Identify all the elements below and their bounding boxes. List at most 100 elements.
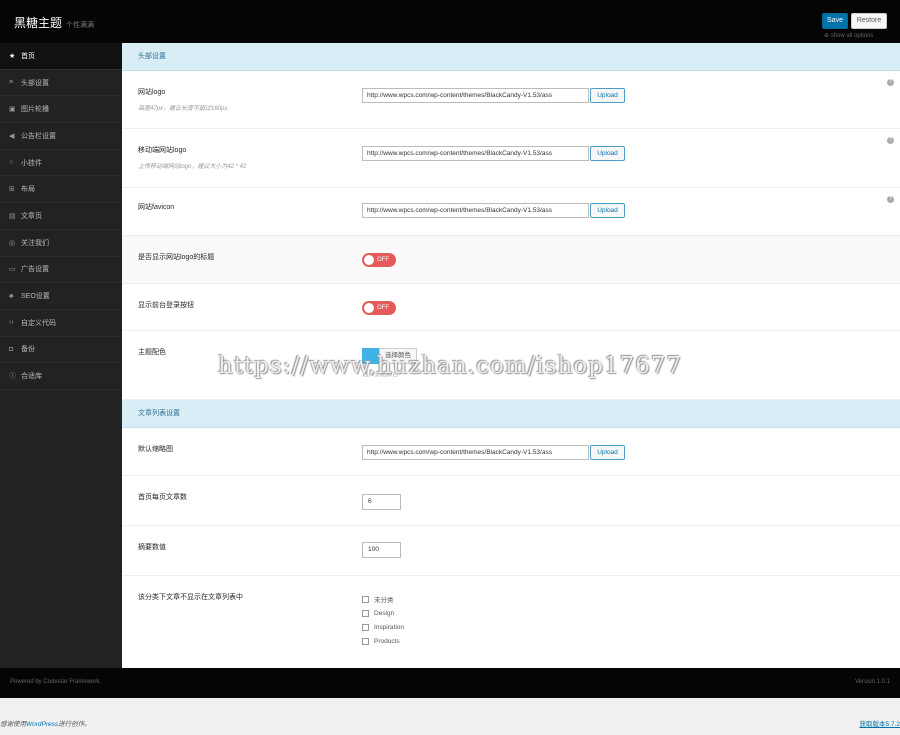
category-label: Inspiration bbox=[374, 623, 404, 631]
admin-page: 黑糖主题 个性满满 Save Restore ⊕ show all options… bbox=[0, 0, 900, 735]
layout-icon: ⊞ bbox=[9, 186, 15, 194]
version-text: Version 1.0.1 bbox=[854, 679, 890, 685]
sidebar-item[interactable]: ‹› 自定义代码 bbox=[0, 310, 122, 337]
category-label: 未分类 bbox=[374, 597, 394, 604]
field-label: 网站logo bbox=[138, 89, 166, 96]
shield-icon: ◘ bbox=[9, 345, 14, 353]
get-version-link[interactable]: 获取版本5.7.2 bbox=[860, 718, 900, 728]
field-label: 网站favicon bbox=[138, 204, 175, 211]
field-label: 该分类下文章不显示在文章列表中 bbox=[138, 594, 243, 601]
mobile-logo-upload-button[interactable]: Upload bbox=[590, 146, 625, 161]
posts-per-page-input[interactable]: 6 bbox=[362, 494, 401, 510]
sidebar-item-label: 广告设置 bbox=[21, 266, 49, 274]
sidebar-item-label: 自定义代码 bbox=[21, 319, 56, 327]
toggle-knob bbox=[364, 255, 374, 265]
category-label: Design bbox=[374, 609, 395, 617]
sidebar-item-label: 图片轮播 bbox=[21, 106, 49, 114]
field-label: 摘要数值 bbox=[138, 544, 166, 551]
sidebar-item[interactable]: ⓘ 合适库 bbox=[0, 363, 122, 390]
sidebar-item-label: 头部设置 bbox=[21, 79, 49, 87]
field-show-login-button: 显示前台登录按钮 OFF bbox=[122, 284, 900, 331]
sidebar-item[interactable]: ▭ 广告设置 bbox=[0, 257, 122, 284]
field-label: 显示前台登录按钮 bbox=[138, 302, 194, 309]
show-login-button-toggle[interactable]: OFF bbox=[362, 301, 396, 315]
theme-title: 黑糖主题 个性满满 bbox=[14, 16, 95, 30]
watermark-text: https://www.huzhan.com/ishop17677 bbox=[218, 353, 683, 379]
options-header: 黑糖主题 个性满满 Save Restore ⊕ show all options bbox=[0, 0, 900, 43]
category-label: Products bbox=[374, 637, 400, 645]
bell-icon: ♣ bbox=[9, 292, 14, 300]
help-icon[interactable]: ? bbox=[887, 196, 894, 203]
sidebar-item[interactable]: ★ 首页 bbox=[0, 43, 122, 70]
category-checkbox-list: 未分类 Design Inspiration Products bbox=[362, 592, 404, 648]
field-label: 首页每页文章数 bbox=[138, 494, 187, 501]
show-all-options-link[interactable]: ⊕ show all options bbox=[824, 32, 873, 39]
sidebar-item[interactable]: ◎ 关注我们 bbox=[0, 230, 122, 257]
thanks-text: 感谢使用WordPress进行创作。 bbox=[0, 721, 91, 728]
sidebar-item[interactable]: ⊞ 布局 bbox=[0, 176, 122, 204]
default-thumb-url-input[interactable]: http://www.wpcs.com/wp-content/themes/Bl… bbox=[362, 445, 589, 460]
checkbox-box[interactable] bbox=[362, 609, 369, 617]
sidebar-item-label: 布局 bbox=[21, 186, 35, 194]
field-label: 是否显示网站logo的标题 bbox=[138, 254, 215, 261]
info-icon: ⓘ bbox=[9, 373, 16, 381]
category-checkbox[interactable]: Products bbox=[362, 634, 404, 648]
help-icon[interactable]: ? bbox=[887, 137, 894, 144]
category-checkbox[interactable]: Inspiration bbox=[362, 620, 404, 634]
category-checkbox[interactable]: Design bbox=[362, 606, 404, 620]
wordpress-link[interactable]: WordPress bbox=[26, 721, 58, 728]
ad-icon: ▭ bbox=[9, 266, 16, 274]
checkbox-box[interactable] bbox=[362, 623, 369, 631]
code-icon: ‹› bbox=[9, 319, 14, 327]
section-header-settings: 头部设置 bbox=[122, 43, 900, 71]
options-footer: Powered by Codestar Framework. Version 1… bbox=[0, 668, 900, 698]
sidebar-item-label: 小挂件 bbox=[21, 159, 42, 167]
menu-icon: ≡ bbox=[9, 79, 14, 87]
toggle-knob bbox=[364, 303, 374, 313]
toggle-state: OFF bbox=[377, 257, 389, 263]
help-icon[interactable]: ? bbox=[887, 79, 894, 86]
category-checkbox[interactable]: 未分类 bbox=[362, 592, 404, 606]
sidebar-item[interactable]: ◘ 备份 bbox=[0, 337, 122, 364]
sidebar-item[interactable]: ≡ 头部设置 bbox=[0, 70, 122, 97]
default-thumb-upload-button[interactable]: Upload bbox=[590, 445, 625, 460]
favicon-upload-button[interactable]: Upload bbox=[590, 203, 625, 218]
sidebar-item[interactable]: ◀ 公告栏设置 bbox=[0, 123, 122, 150]
checkbox-box[interactable] bbox=[362, 637, 369, 645]
field-mobile-logo: 移动端网站logo 上传移动端网站logo，建议大小为42 * 42 http:… bbox=[122, 129, 900, 188]
checkbox-box[interactable] bbox=[362, 595, 369, 603]
field-favicon: 网站favicon http://www.wpcs.com/wp-content… bbox=[122, 188, 900, 236]
save-button[interactable]: Save bbox=[822, 13, 848, 29]
favicon-url-input[interactable]: http://www.wpcs.com/wp-content/themes/Bl… bbox=[362, 203, 589, 218]
restore-button[interactable]: Restore bbox=[851, 13, 887, 29]
logo-upload-button[interactable]: Upload bbox=[590, 88, 625, 103]
logo-url-input[interactable]: http://www.wpcs.com/wp-content/themes/Bl… bbox=[362, 88, 589, 103]
section-article-list: 文章列表设置 bbox=[122, 400, 900, 428]
wp-footer: 感谢使用WordPress进行创作。 获取版本5.7.2 bbox=[0, 698, 900, 735]
toggle-state: OFF bbox=[377, 305, 389, 311]
sidebar-item-label: 公告栏设置 bbox=[21, 132, 56, 140]
field-posts-per-page: 首页每页文章数 6 bbox=[122, 476, 900, 526]
field-excerpt-length: 摘要数值 100 bbox=[122, 526, 900, 576]
show-logo-title-toggle[interactable]: OFF bbox=[362, 253, 396, 267]
field-show-logo-title: 是否显示网站logo的标题 OFF bbox=[122, 236, 900, 284]
sidebar-item[interactable]: ▣ 图片轮播 bbox=[0, 96, 122, 124]
field-desc: 上传移动端网站logo，建议大小为42 * 42 bbox=[138, 164, 247, 170]
sidebar-item-label: 合适库 bbox=[21, 373, 42, 381]
sidebar-item-label: 文章页 bbox=[21, 212, 42, 220]
sidebar-item[interactable]: ♣ SEO设置 bbox=[0, 283, 122, 310]
wechat-icon: ◎ bbox=[9, 239, 16, 247]
github-icon: ○ bbox=[9, 159, 14, 167]
sidebar-item[interactable]: ▤ 文章页 bbox=[0, 203, 122, 230]
field-desc: 高度47px，建议长度不超过160px bbox=[138, 106, 228, 112]
sidebar-item-label: 备份 bbox=[21, 346, 35, 354]
article-icon: ▤ bbox=[9, 212, 16, 220]
sidebar-item-label: 关注我们 bbox=[21, 239, 49, 247]
field-logo: 网站logo 高度47px，建议长度不超过160px http://www.wp… bbox=[122, 71, 900, 129]
field-label: 主题配色 bbox=[138, 349, 166, 356]
mobile-logo-url-input[interactable]: http://www.wpcs.com/wp-content/themes/Bl… bbox=[362, 146, 589, 161]
excerpt-length-input[interactable]: 100 bbox=[362, 542, 401, 558]
sidebar-item[interactable]: ○ 小挂件 bbox=[0, 150, 122, 177]
field-label: 移动端网站logo bbox=[138, 147, 187, 154]
theme-subtitle: 个性满满 bbox=[66, 22, 95, 29]
